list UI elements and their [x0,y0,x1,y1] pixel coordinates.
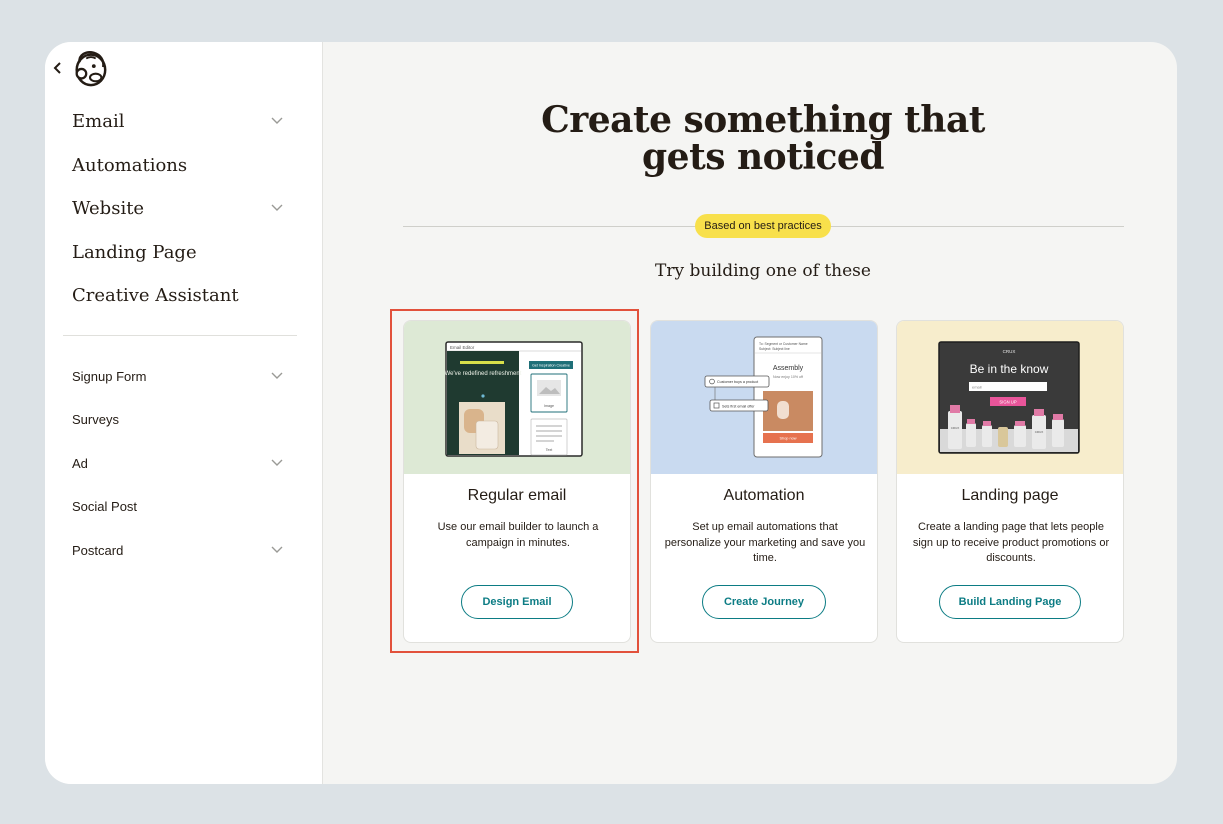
sidebar-item-postcard[interactable]: Postcard [72,538,283,562]
card-hero: Email Editor We've redefined refreshment… [404,321,630,474]
chevron-down-icon [271,117,283,124]
card-hero: CRUX Be in the know email SIGN UP CRUX C… [897,321,1123,474]
design-email-button[interactable]: Design Email [461,585,573,619]
sidebar-item-label: Automations [72,154,188,176]
automation-preview-icon: To: Segment or Customer Name Subject: Su… [704,336,823,458]
trigger-step: Customer buys a product [717,380,758,384]
divider-line [829,226,1124,227]
back-chevron-icon[interactable] [53,62,63,74]
sidebar: Email Automations Website Landing Page C… [45,42,323,784]
chevron-down-icon [271,546,283,553]
editor-label: Email Editor [450,345,475,350]
sidebar-divider [63,335,297,336]
email-headline: We've redefined refreshment [445,371,522,377]
card-title: Landing page [961,487,1059,504]
card-hero: To: Segment or Customer Name Subject: Su… [651,321,877,474]
sidebar-item-label: Landing Page [72,241,197,263]
card-landing-page[interactable]: CRUX Be in the know email SIGN UP CRUX C… [896,320,1124,643]
card-title: Automation [723,487,805,504]
landing-page-preview-icon: CRUX Be in the know email SIGN UP CRUX C… [938,341,1080,454]
sidebar-item-landing-page[interactable]: Landing Page [72,237,282,267]
sidebar-item-automations[interactable]: Automations [72,150,282,180]
sidebar-item-ad[interactable]: Ad [72,451,283,475]
text-block-label: Text [546,448,553,452]
best-practices-badge: Based on best practices [695,214,831,238]
image-block-label: Image [544,404,554,408]
card-description: Set up email automations that personaliz… [664,521,866,564]
page-title-line: gets noticed [642,136,885,178]
page-title: Create something that gets noticed [323,102,1177,176]
card-title: Regular email [467,487,567,504]
sidebar-item-label: Signup Form [72,368,147,384]
bottle-label: CRUX [1035,430,1044,434]
assembly-brand: Assembly [773,365,804,372]
email-field-placeholder: email [972,385,982,390]
landing-headline: Be in the know [970,362,1049,376]
section-subtitle: Try building one of these [655,261,871,281]
sidebar-item-label: Surveys [72,411,119,427]
sidebar-item-social-post[interactable]: Social Post [72,494,282,518]
build-landing-page-button[interactable]: Build Landing Page [939,585,1081,619]
card-description: Use our email builder to launch a campai… [437,521,599,549]
sidebar-item-surveys[interactable]: Surveys [72,407,282,431]
sidebar-item-signup-form[interactable]: Signup Form [72,364,283,388]
sidebar-item-website[interactable]: Website [72,193,283,223]
email-editor-preview-icon: Email Editor We've redefined refreshment… [445,341,583,457]
divider-line [403,226,697,227]
sidebar-item-label: Email [72,110,125,132]
card-automation[interactable]: To: Segment or Customer Name Subject: Su… [650,320,878,643]
chevron-down-icon [271,459,283,466]
mailchimp-logo-icon[interactable] [71,48,109,88]
action-step: Sets first email offer [722,405,755,409]
offer-text: Now enjoy 10% off [773,375,803,379]
shop-cta: Shop now [780,437,797,441]
sidebar-item-creative-assistant[interactable]: Creative Assistant [72,280,282,310]
sidebar-item-label: Ad [72,455,88,471]
create-journey-button[interactable]: Create Journey [702,585,826,619]
bottle-label: CRUX [951,426,960,430]
card-description: Create a landing page that lets people s… [912,521,1110,564]
main-content: Create something that gets noticed Based… [323,42,1177,784]
signup-cta: SIGN UP [999,400,1016,405]
subject-line: Subject: Subject line [759,347,790,351]
card-regular-email[interactable]: Email Editor We've redefined refreshment… [403,320,631,643]
sidebar-item-label: Postcard [72,542,124,558]
side-button-label: Get Inspiration Creative [532,364,570,368]
brand-name: CRUX [1003,349,1016,354]
sidebar-item-label: Website [72,197,145,219]
app-frame: Email Automations Website Landing Page C… [45,42,1177,784]
page-title-line: Create something that [541,99,985,141]
chevron-down-icon [271,204,283,211]
sidebar-item-label: Creative Assistant [72,284,239,306]
sidebar-item-email[interactable]: Email [72,106,283,136]
to-line: To: Segment or Customer Name [759,342,808,346]
sidebar-item-label: Social Post [72,498,138,514]
chevron-down-icon [271,372,283,379]
